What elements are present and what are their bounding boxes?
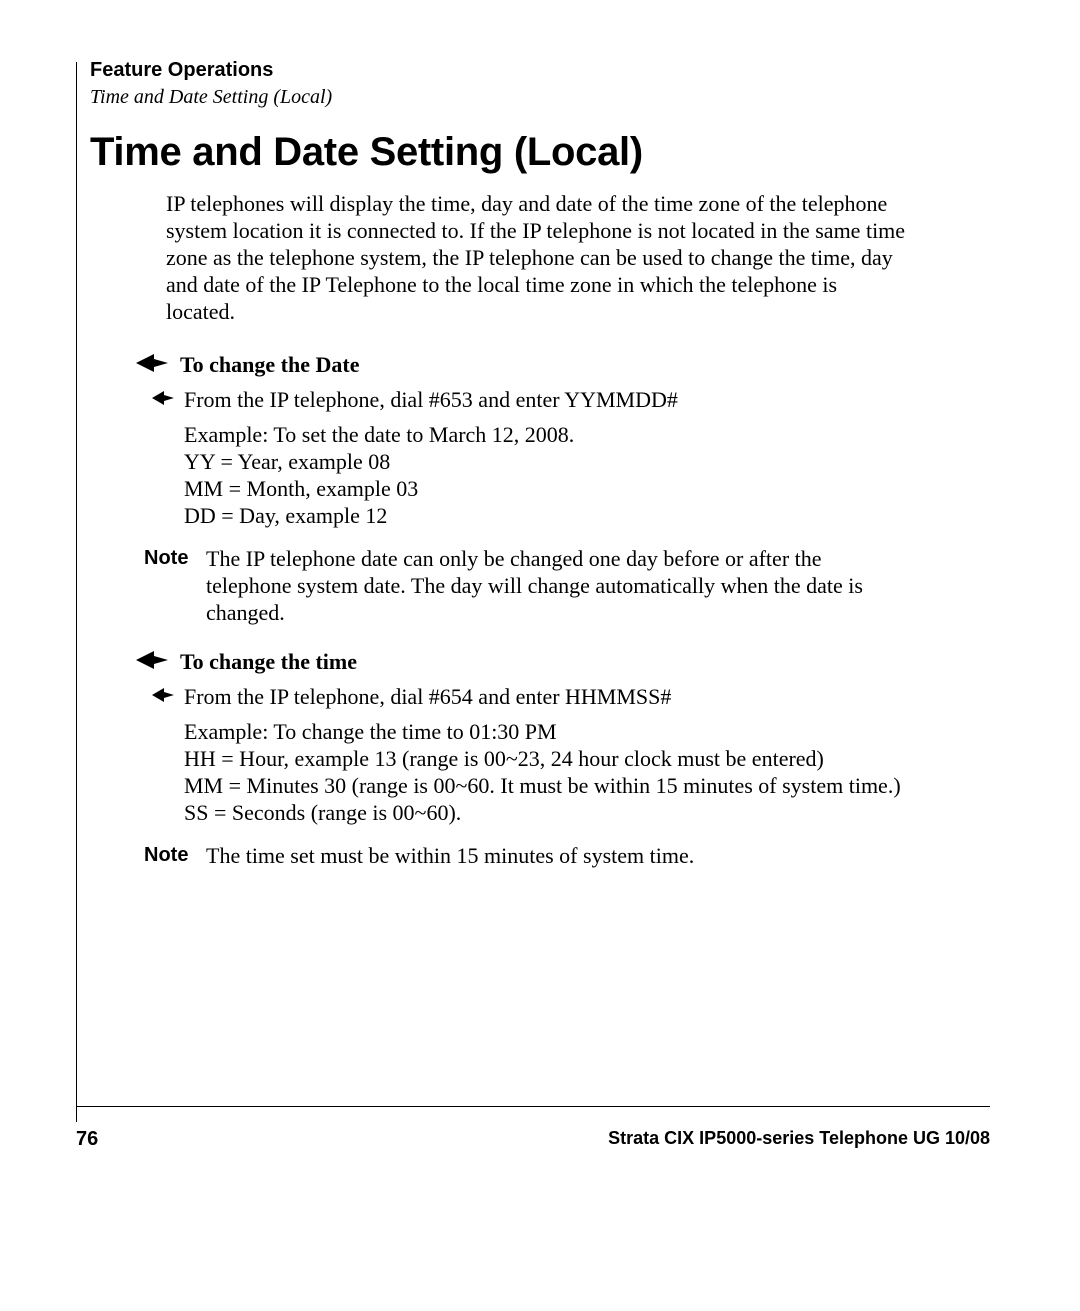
footer-doc: Strata CIX IP5000-series Telephone UG 10…	[608, 1128, 990, 1151]
example-line-mm: MM = Minutes 30 (range is 00~60. It must…	[184, 772, 910, 799]
note-label: Note	[144, 842, 188, 869]
note-label: Note	[144, 545, 188, 572]
procedure-heading-time: To change the time	[150, 648, 910, 675]
footer-rule	[76, 1106, 990, 1107]
left-rule	[76, 62, 77, 1122]
example-line-yy: YY = Year, example 08	[184, 448, 910, 475]
procedure-heading-date: To change the Date	[150, 351, 910, 378]
note-text: The IP telephone date can only be change…	[206, 546, 863, 625]
example-title: Example: To change the time to 01:30 PM	[184, 718, 910, 745]
procedure-title: To change the Date	[180, 352, 359, 377]
example-block: Example: To set the date to March 12, 20…	[184, 421, 910, 529]
step-arrow-icon	[152, 688, 174, 702]
example-title: Example: To set the date to March 12, 20…	[184, 421, 910, 448]
note-text: The time set must be within 15 minutes o…	[206, 843, 694, 868]
example-block: Example: To change the time to 01:30 PM …	[184, 718, 910, 826]
example-line-hh: HH = Hour, example 13 (range is 00~23, 2…	[184, 745, 910, 772]
arrow-icon	[136, 651, 168, 669]
intro-paragraph: IP telephones will display the time, day…	[166, 190, 910, 325]
header-chapter: Feature Operations	[90, 56, 332, 84]
arrow-icon	[136, 354, 168, 372]
page: Feature Operations Time and Date Setting…	[0, 0, 1080, 1311]
example-line-ss: SS = Seconds (range is 00~60).	[184, 799, 910, 826]
procedure-step: From the IP telephone, dial #653 and ent…	[166, 386, 910, 413]
example-line-dd: DD = Day, example 12	[184, 502, 910, 529]
body: IP telephones will display the time, day…	[90, 190, 910, 891]
step-text: From the IP telephone, dial #653 and ent…	[184, 387, 678, 412]
procedure-title: To change the time	[180, 649, 357, 674]
running-header: Feature Operations Time and Date Setting…	[90, 56, 332, 110]
procedure-step: From the IP telephone, dial #654 and ent…	[166, 683, 910, 710]
footer: 76 Strata CIX IP5000-series Telephone UG…	[76, 1128, 990, 1151]
note-block: Note The IP telephone date can only be c…	[144, 545, 910, 626]
note-block: Note The time set must be within 15 minu…	[144, 842, 910, 869]
step-text: From the IP telephone, dial #654 and ent…	[184, 684, 671, 709]
page-title: Time and Date Setting (Local)	[90, 130, 643, 175]
example-line-mm: MM = Month, example 03	[184, 475, 910, 502]
step-arrow-icon	[152, 391, 174, 405]
header-section: Time and Date Setting (Local)	[90, 84, 332, 110]
page-number: 76	[76, 1128, 98, 1151]
